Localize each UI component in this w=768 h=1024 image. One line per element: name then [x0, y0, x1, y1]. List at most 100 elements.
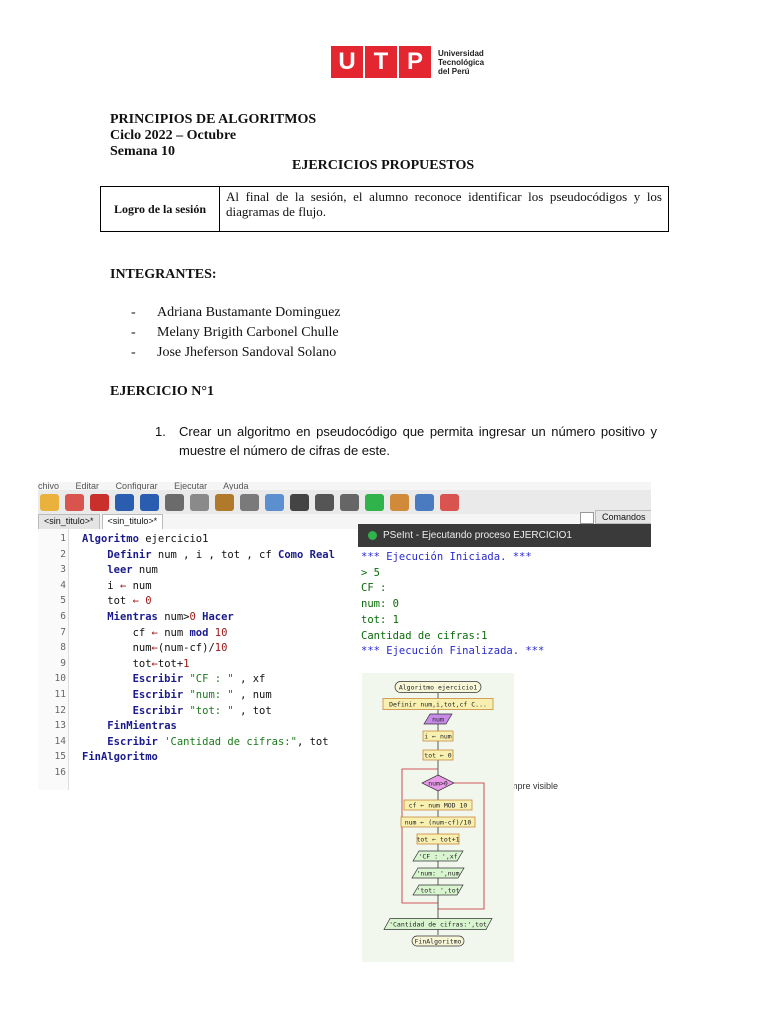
- line-number: 5: [60, 595, 66, 607]
- open-icon[interactable]: [40, 493, 59, 511]
- line-number: 9: [60, 657, 66, 669]
- member-name: Jose Jheferson Sandoval Solano: [157, 345, 337, 360]
- flow-node-label: FinAlgoritmo: [415, 937, 462, 945]
- cut-icon[interactable]: [165, 493, 184, 511]
- find-icon[interactable]: [290, 493, 309, 511]
- flow-node-label: tot ← tot+1: [416, 835, 459, 843]
- line-number: 14: [54, 735, 66, 747]
- line-number: 10: [54, 673, 66, 685]
- paste-icon[interactable]: [215, 493, 234, 511]
- logo-line-1: Universidad: [438, 48, 484, 58]
- flow-node-label: tot ← 0: [424, 751, 451, 759]
- line-number: 8: [60, 642, 66, 654]
- flow-node-label: num>0: [428, 779, 448, 787]
- help-icon[interactable]: [440, 493, 459, 511]
- flow-node-label: Definir num,i,tot,cf C...: [389, 700, 487, 708]
- logro-label: Logro de la sesión: [101, 187, 220, 231]
- list-item: - Melany Brigith Carbonel Chulle: [131, 325, 339, 340]
- format-icon[interactable]: [340, 493, 359, 511]
- line-number: 11: [54, 689, 66, 700]
- code-text: FinAlgoritmo: [82, 751, 158, 764]
- redo-icon[interactable]: [140, 493, 159, 511]
- code-text: cf ← num mod 10: [82, 626, 228, 639]
- indent-icon[interactable]: [240, 493, 259, 511]
- logo-letter-p: P: [399, 46, 431, 78]
- member-name: Melany Brigith Carbonel Chulle: [157, 325, 339, 340]
- flow-node-label: 'num: ',num: [416, 869, 459, 877]
- week-label: Semana 10: [110, 144, 175, 159]
- console-line: *** Ejecución Iniciada. ***: [361, 551, 532, 563]
- console-line: *** Ejecución Finalizada. ***: [361, 645, 545, 658]
- editor-tabs: <sin_titulo>* <sin_titulo>*: [38, 514, 165, 529]
- line-number: 15: [54, 751, 66, 763]
- menu-configurar[interactable]: Configurar: [116, 482, 158, 490]
- console-line: CF :: [361, 582, 387, 595]
- line-number: 3: [60, 564, 66, 576]
- code-text: Escribir 'Cantidad de cifras:", tot: [107, 735, 329, 748]
- line-number: 7: [60, 626, 66, 638]
- code-text: tot←tot+1: [82, 657, 190, 670]
- menu-ejecutar[interactable]: Ejecutar: [174, 482, 207, 490]
- list-item: - Adriana Bustamante Dominguez: [131, 305, 341, 320]
- code-text: Escribir "tot: " , tot: [132, 704, 272, 717]
- line-number: 1: [60, 533, 66, 544]
- flow-node-label: i ← num: [424, 732, 451, 740]
- commands-checkbox[interactable]: [580, 512, 594, 524]
- integrantes-heading: INTEGRANTES:: [110, 267, 217, 282]
- line-number: 16: [54, 767, 66, 778]
- console-line: Cantidad de cifras:1: [361, 629, 488, 642]
- console-line: num: 0: [361, 598, 399, 611]
- flowchart: Algoritmo ejercicio1 Definir num,i,tot,cf…: [362, 673, 514, 962]
- exercise-statement: 1. Crear un algoritmo en pseudocódigo qu…: [155, 422, 657, 460]
- line-number: 4: [60, 579, 66, 591]
- code-text: i ← num: [82, 579, 152, 592]
- cycle-label: Ciclo 2022 – Octubre: [110, 128, 237, 143]
- copy-icon[interactable]: [190, 493, 209, 511]
- commands-button[interactable]: Comandos: [595, 510, 651, 524]
- utp-logo: U T P Universidad Tecnológica del Perú: [331, 45, 484, 79]
- code-text: Definir num , i , tot , cf Como Real: [107, 548, 335, 561]
- exercise-text: Crear un algoritmo en pseudocódigo que p…: [179, 424, 657, 458]
- save-icon[interactable]: [65, 493, 84, 511]
- run-icon[interactable]: [365, 493, 384, 511]
- console-line: > 5: [361, 566, 380, 579]
- list-item: - Jose Jheferson Sandoval Solano: [131, 345, 337, 360]
- flow-node-label: 'CF : ',xf: [418, 852, 457, 860]
- toolbar: [38, 490, 651, 514]
- flow-node-label: 'tot: ',tot: [416, 886, 459, 894]
- menu-ayuda[interactable]: Ayuda: [223, 482, 248, 490]
- console-titlebar: PSeInt - Ejecutando proceso EJERCICIO1: [358, 524, 651, 547]
- code-text: leer num: [107, 564, 158, 577]
- members-list: - Adriana Bustamante Dominguez - Melany Br…: [131, 305, 341, 365]
- flow-node-label: cf ← num MOD 10: [409, 801, 468, 809]
- logo-letter-u: U: [331, 46, 363, 78]
- logo-letter-t: T: [365, 46, 397, 78]
- exercise-heading: EJERCICIO N°1: [110, 384, 215, 399]
- logo-line-2: Tecnológica: [438, 57, 485, 67]
- tab-sin-titulo-1[interactable]: <sin_titulo>*: [38, 514, 100, 529]
- partial-note: mpre visible: [510, 781, 559, 791]
- flowchart-svg: Algoritmo ejercicio1 Definir num,i,tot,cf…: [382, 681, 494, 947]
- menu-archivo[interactable]: chivo: [38, 482, 59, 490]
- line-number: 2: [60, 548, 66, 560]
- step-icon[interactable]: [390, 493, 409, 511]
- undo-icon[interactable]: [115, 493, 134, 511]
- tab-sin-titulo-2[interactable]: <sin_titulo>*: [101, 514, 164, 529]
- menu-editar[interactable]: Editar: [76, 482, 100, 490]
- line-number: 6: [60, 611, 66, 622]
- flowchart-icon[interactable]: [415, 493, 434, 511]
- course-title: PRINCIPIOS DE ALGORITMOS: [110, 112, 317, 127]
- code-editor[interactable]: 1 Algoritmo ejercicio1 2 Definir num , i ,…: [38, 529, 360, 790]
- search-icon[interactable]: [265, 493, 284, 511]
- line-number: 13: [54, 720, 66, 732]
- logro-table: Logro de la sesión Al final de la sesión…: [100, 186, 669, 232]
- console-title: PSeInt - Ejecutando proceso EJERCICIO1: [383, 530, 572, 541]
- logo-name: Universidad Tecnológica del Perú: [438, 49, 484, 76]
- exercise-number: 1.: [155, 424, 166, 439]
- code-text: Mientras num>0 Hacer: [107, 611, 234, 623]
- replace-icon[interactable]: [315, 493, 334, 511]
- code-text: FinMientras: [107, 720, 177, 733]
- flow-node-label: Algoritmo ejercicio1: [399, 683, 477, 691]
- save-as-icon[interactable]: [90, 493, 109, 511]
- menu-bar: chivo Editar Configurar Ejecutar Ayuda: [38, 482, 651, 490]
